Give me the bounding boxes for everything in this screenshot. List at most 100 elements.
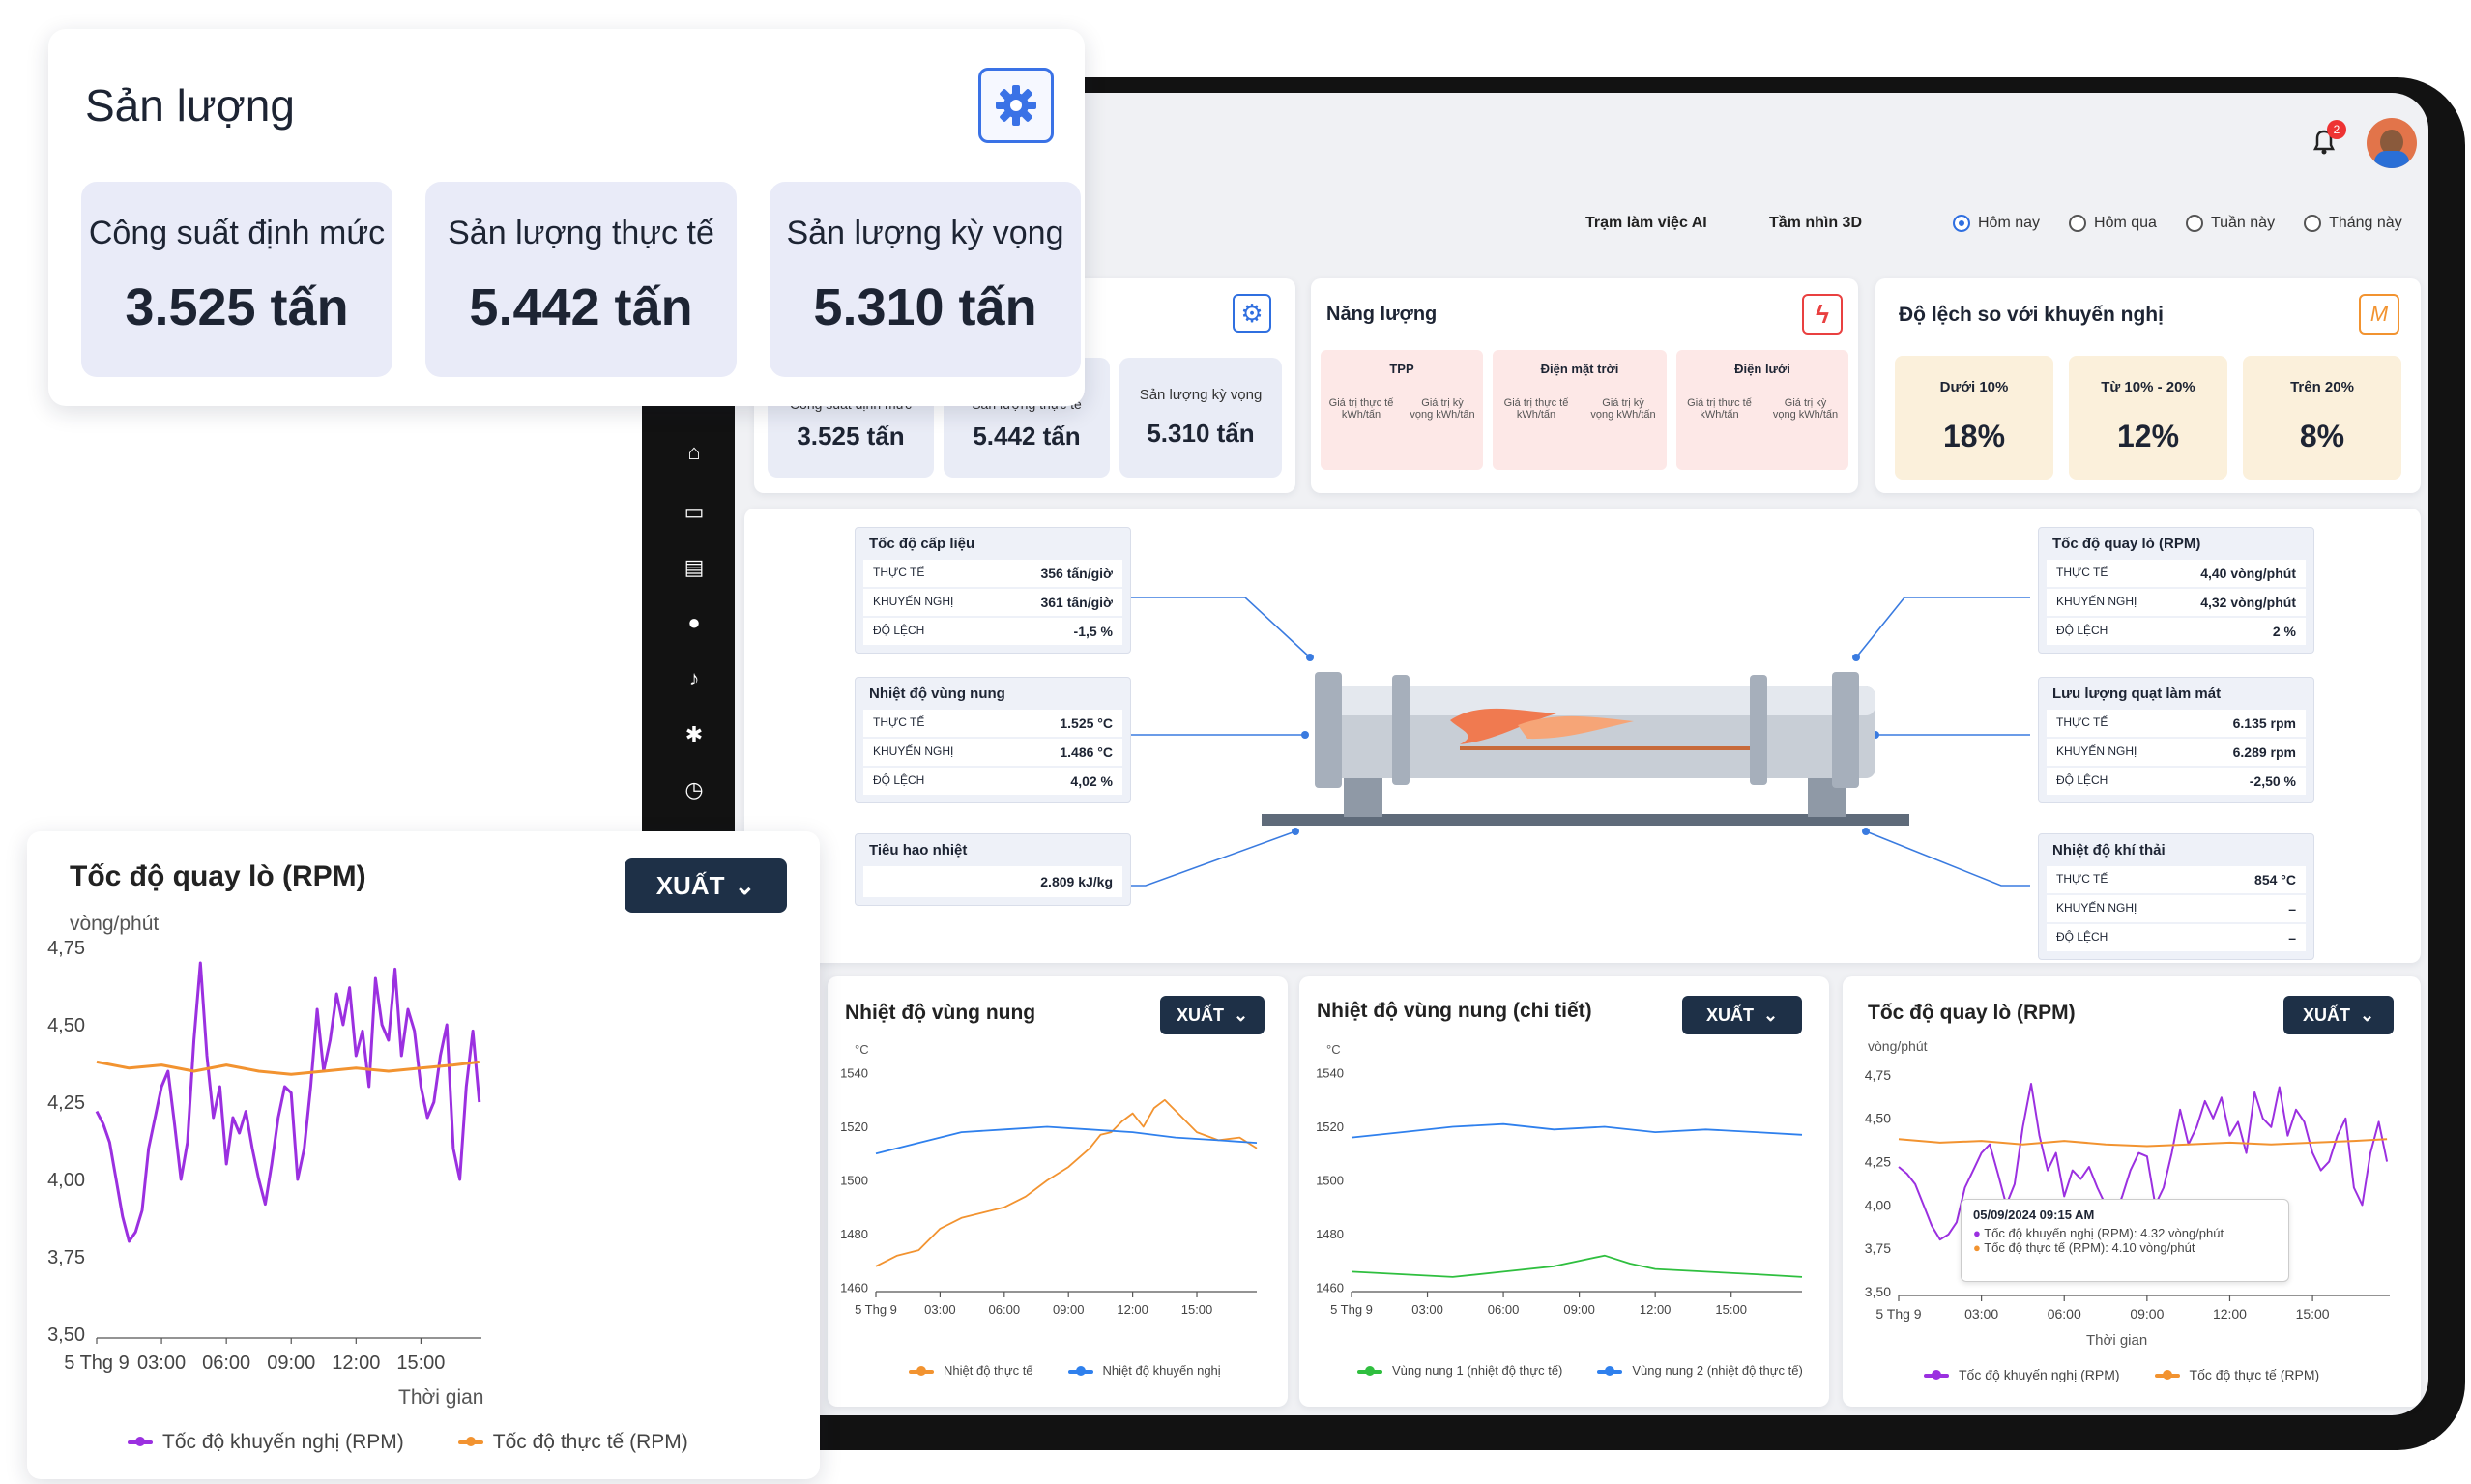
tooltip-date: 05/09/2024 09:15 AM (1973, 1208, 2095, 1222)
row-value: 2 % (2272, 624, 2296, 639)
energy-sub-label: Giá trị thực tế kWh/tấn (1503, 397, 1569, 421)
production-overlay-card: Sản lượng Công suất định mức 3.525 tấn S… (48, 29, 1085, 406)
deviation-label: Trên 20% (2290, 379, 2354, 395)
row-key: KHUYẾN NGHỊ (2056, 901, 2137, 915)
radio-today[interactable]: Hôm nay (1953, 215, 2040, 232)
tooltip-line: ● Tốc độ khuyến nghị (RPM): 4.32 vòng/ph… (1973, 1226, 2224, 1240)
kpi-label: Sản lượng thực tế (448, 215, 714, 251)
row-key: ĐỘ LỆCH (2056, 773, 2108, 787)
panel-row: THỰC TẾ 356 tấn/giờ (863, 560, 1122, 587)
home-icon[interactable]: ⌂ (682, 440, 707, 465)
x-tick-label: 06:00 (989, 1302, 1021, 1317)
series-line-1 (1351, 1254, 1803, 1278)
y-tick-label: 4,25 (47, 1092, 85, 1114)
deviation-10-20: Từ 10% - 20% 12% (2069, 356, 2227, 480)
x-tick-label: 03:00 (1411, 1302, 1443, 1317)
row-key: THỰC TẾ (873, 566, 925, 579)
x-tick-label: 12:00 (1117, 1302, 1148, 1317)
overlay-title: Sản lượng (85, 80, 295, 131)
y-tick-label: 1500 (840, 1174, 868, 1188)
x-tick-label: 03:00 (924, 1302, 956, 1317)
panel-row: THỰC TẾ 6.135 rpm (2047, 710, 2306, 737)
kpi-expected-output: Sản lượng kỳ vọng 5.310 tấn (1119, 358, 1282, 478)
row-key: ĐỘ LỆCH (2056, 624, 2108, 637)
trend-icon[interactable]: M (2359, 294, 2399, 335)
panel-title: Tốc độ cấp liệu (869, 536, 975, 552)
row-value: 6.289 rpm (2232, 744, 2296, 760)
y-tick-label: 1520 (840, 1120, 868, 1134)
kpi-value: 3.525 tấn (797, 422, 905, 451)
lightning-icon[interactable]: ϟ (1802, 294, 1843, 335)
radio-label: Tuần này (2210, 215, 2276, 231)
energy-col-header: Điện mặt trời (1540, 362, 1619, 376)
y-tick-label: 3,50 (47, 1324, 85, 1346)
legend-item: Nhiệt độ thực tế (909, 1363, 1033, 1378)
tooltip-text: Tốc độ khuyến nghị (RPM): 4.32 vòng/phút (1984, 1226, 2224, 1240)
nav-ai-workstation[interactable]: Trạm làm việc AI (1585, 215, 1707, 232)
x-tick-label: 06:00 (1488, 1302, 1520, 1317)
legend-swatch-icon (1357, 1365, 1382, 1376)
radio-label: Hôm nay (1978, 215, 2041, 231)
radio-this-week[interactable]: Tuần này (2185, 215, 2276, 232)
legend-item: Vùng nung 1 (nhiệt độ thực tế) (1357, 1363, 1562, 1378)
y-tick-label: 4,00 (1865, 1197, 1891, 1212)
panel-cooling-fan: Lưu lượng quạt làm mát THỰC TẾ 6.135 rpm … (2038, 677, 2314, 803)
y-tick-label: 4,50 (1865, 1111, 1891, 1126)
panel-row: ĐỘ LỆCH -1,5 % (863, 618, 1122, 645)
x-tick-label: 09:00 (267, 1353, 315, 1374)
deviation-value: 18% (1942, 419, 2006, 453)
panel-exhaust-temp: Nhiệt độ khí thải THỰC TẾ 854 °C KHUYẾN N… (2038, 833, 2314, 960)
y-tick-label: 4,00 (47, 1170, 85, 1191)
legend-item: Vùng nung 2 (nhiệt độ thực tế) (1597, 1363, 1803, 1378)
row-value: -2,50 % (2249, 773, 2296, 789)
legend-label: Tốc độ thực tế (RPM) (2189, 1367, 2320, 1382)
panel-row: THỰC TẾ 854 °C (2047, 866, 2306, 893)
row-value: 1.486 °C (1060, 744, 1113, 760)
x-tick-label: 06:00 (2048, 1306, 2081, 1322)
x-tick-label: 09:00 (1053, 1302, 1085, 1317)
radio-yesterday[interactable]: Hôm qua (2069, 215, 2157, 232)
bell-icon[interactable]: ♪ (682, 666, 707, 691)
document-icon[interactable]: ▤ (682, 555, 707, 580)
chat-icon[interactable]: ● (682, 610, 707, 635)
avatar[interactable] (2367, 118, 2417, 168)
deviation-value: 8% (2299, 419, 2345, 453)
panel-burn-zone-temp: Nhiệt độ vùng nung THỰC TẾ 1.525 °C KHUYẾ… (855, 677, 1131, 803)
row-key: KHUYẾN NGHỊ (873, 595, 954, 608)
kpi-value: 3.525 tấn (125, 278, 349, 336)
x-tick-label: 12:00 (2213, 1306, 2247, 1322)
monitor-icon[interactable]: ▭ (682, 500, 707, 525)
radio-this-month[interactable]: Tháng này (2304, 215, 2402, 232)
radio-dot-icon (1953, 215, 1970, 232)
legend-label: Nhiệt độ thực tế (944, 1363, 1033, 1378)
y-tick-label: 4,75 (1865, 1067, 1891, 1083)
x-tick-label: 15:00 (2296, 1306, 2330, 1322)
x-tick-label: 12:00 (1640, 1302, 1672, 1317)
row-key: ĐỘ LỆCH (873, 773, 925, 787)
y-tick-label: 3,50 (1865, 1284, 1891, 1299)
chart-svg-rpm-small: 4,75 4,50 4,25 4,00 3,75 3,50 5 Thg 9 03:00 06:0… (1865, 1067, 2390, 1322)
nav-3d-view[interactable]: Tầm nhìn 3D (1769, 215, 1862, 232)
settings-icon[interactable]: ✱ (682, 722, 707, 747)
row-key: THỰC TẾ (2056, 566, 2108, 579)
x-tick-label: 03:00 (137, 1353, 186, 1374)
row-value: – (2288, 901, 2296, 917)
overlay-gear-icon[interactable] (978, 68, 1054, 143)
x-tick-label: 09:00 (1563, 1302, 1595, 1317)
kpi-label: Sản lượng kỳ vọng (1139, 387, 1263, 403)
kpi-value: 5.442 tấn (973, 422, 1081, 451)
clock-icon[interactable]: ◷ (682, 777, 707, 802)
panel-row: THỰC TẾ 4,40 vòng/phút (2047, 560, 2306, 587)
y-tick-label: 4,75 (47, 938, 85, 959)
y-tick-label: 3,75 (47, 1247, 85, 1268)
gear-icon[interactable]: ⚙ (1233, 294, 1271, 333)
series-line-2 (96, 1060, 480, 1076)
legend-burn-temp: Nhiệt độ thực tế Nhiệt độ khuyến nghị (909, 1363, 1221, 1378)
row-value: 2.809 kJ/kg (1040, 874, 1113, 889)
y-tick-label: 4,50 (47, 1015, 85, 1036)
row-value: 356 tấn/giờ (1040, 566, 1113, 581)
energy-card: Năng lượng ϟ TPP Giá trị thực tế kWh/tấn… (1311, 278, 1858, 493)
series-line-2 (875, 1125, 1258, 1155)
row-key: THỰC TẾ (2056, 872, 2108, 886)
energy-sub-label: Giá trị kỳ vọng kWh/tấn (1590, 397, 1656, 421)
